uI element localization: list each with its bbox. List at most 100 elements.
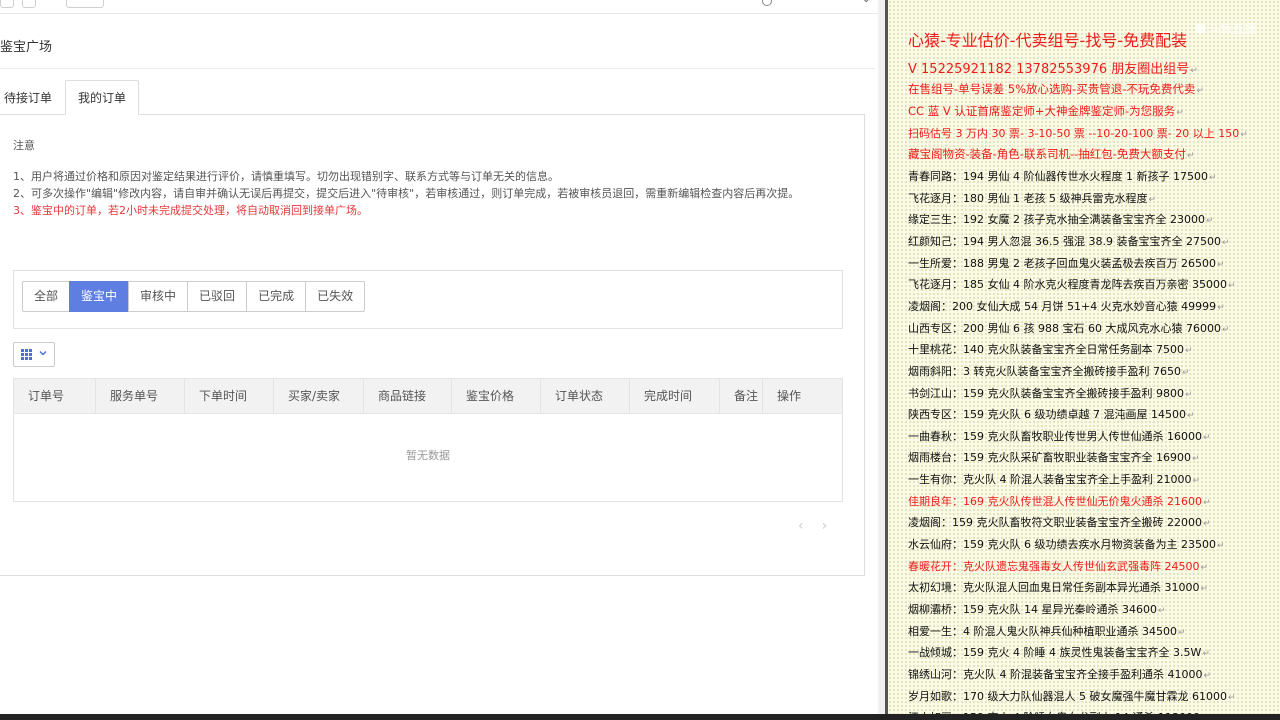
notice-title: 注意 — [13, 139, 35, 152]
listing-text: 陕西专区：159 克火队 6 级功绩卓越 7 混沌画屋 14500 — [908, 408, 1186, 422]
filter-completed-button[interactable]: 已完成 — [246, 281, 307, 312]
filter-expired-button[interactable]: 已失效 — [305, 281, 366, 312]
col-remark[interactable]: 备注 — [720, 379, 763, 414]
listing-text: 凌烟阁：200 女仙大成 54 月饼 51+4 火克水妙音心猿 49999 — [908, 299, 1217, 313]
listing-row: 一生有你：克火队 4 阶混人装备宝宝齐全上手盈利 21000↵ — [908, 471, 1200, 487]
listing-text: 一曲春秋：159 克火队畜牧职业传世男人传世仙通杀 16000 — [908, 429, 1202, 443]
status-filter-box: 全部 鉴宝中 审核中 已驳回 已完成 已失效 — [13, 270, 843, 329]
listing-text: 凌烟阁：159 克火队畜牧符文职业装备宝宝齐全搬砖 22000 — [908, 516, 1202, 530]
empty-state: 暂无数据 — [406, 449, 450, 462]
listing-row: 烟柳灞桥：159 克火队 14 星异光秦岭通杀 34600↵ — [908, 601, 1166, 617]
ad-line-2: CC 蓝 V 认证首席鉴定师+大神金牌鉴定师-为您服务↵ — [908, 103, 1184, 119]
ad-contact-line: V 15225921182 13782553976 朋友圈出组号↵ — [908, 58, 1198, 77]
listing-text: 青春同路：194 男仙 4 阶仙器传世水火程度 1 新孩子 17500 — [908, 170, 1208, 183]
back-button[interactable] — [0, 0, 14, 8]
filter-rejected-button[interactable]: 已驳回 — [187, 281, 248, 312]
tab-pending-orders[interactable]: 待接订单 — [0, 80, 65, 115]
listing-row: 一生所爱：188 男鬼 2 老孩子回血鬼火装孟极去疾百万 26500↵ — [908, 255, 1225, 271]
paragraph-mark-icon: ↵ — [1202, 519, 1211, 530]
listing-text: 飞花逐月：185 女仙 4 阶水克火程度青龙阵去疾百万亲密 35000 — [908, 278, 1227, 292]
col-actions[interactable]: 操作 — [763, 379, 842, 414]
listing-row: 红颜知己：194 男人忽混 36.5 强混 38.9 装备宝宝齐全 27500↵ — [908, 233, 1230, 249]
status-circle-icon — [762, 0, 772, 6]
listing-row: 烟雨斜阳：3 转克火队装备宝宝齐全搬砖接手盈利 7650↵ — [908, 363, 1190, 379]
listing-row: 缘定三生：192 女魔 2 孩子克水抽全满装备宝宝齐全 23000↵ — [908, 211, 1214, 227]
col-buyer-seller[interactable]: 买家/卖家 — [274, 379, 364, 414]
watermark-text: 斗鱼直播 — [1208, 22, 1257, 36]
notice-line-1: 1、用户将通过价格和原因对鉴定结果进行评价，请慎重填写。切勿出现错别字、联系方式… — [13, 170, 559, 183]
chevron-down-icon — [39, 351, 47, 356]
web-page-panel: ⌄ 鉴宝广场 待接订单 我的订单 注意 1、用户将通过价格和原因对鉴定结果进行评… — [0, 0, 885, 720]
listing-text: 红颜知己：194 男人忽混 36.5 强混 38.9 装备宝宝齐全 27500 — [908, 234, 1221, 248]
paragraph-mark-icon: ↵ — [1184, 389, 1193, 400]
ad-line-text: 在售组号-单号误差 5%放心选购-买贵管退-不玩免费代卖 — [908, 82, 1196, 96]
next-page-button[interactable]: › — [822, 518, 828, 534]
status-filter-group: 全部 鉴宝中 审核中 已驳回 已完成 已失效 — [22, 281, 366, 312]
listing-row: 飞花逐月：185 女仙 4 阶水克火程度青龙阵去疾百万亲密 35000↵ — [908, 276, 1236, 292]
paragraph-mark-icon: ↵ — [1177, 627, 1186, 638]
taskbar-edge — [0, 714, 1280, 720]
paragraph-mark-icon: ↵ — [1191, 454, 1200, 465]
pagination: ‹ › — [798, 518, 827, 534]
forward-button[interactable] — [22, 0, 36, 8]
listing-row: 陕西专区：159 克火队 6 级功绩卓越 7 混沌画屋 14500↵ — [908, 406, 1195, 422]
notice-line-3: 3、鉴宝中的订单，若2小时未完成提交处理，将自动取消回到接单广场。 — [13, 204, 368, 217]
paragraph-mark-icon: ↵ — [1202, 649, 1210, 660]
paragraph-mark-icon: ↵ — [1205, 216, 1214, 227]
toolbar-button[interactable] — [66, 0, 104, 8]
paragraph-mark-icon: ↵ — [1196, 86, 1204, 96]
col-finish-time[interactable]: 完成时间 — [630, 379, 720, 414]
prev-page-button[interactable]: ‹ — [798, 518, 804, 534]
listing-text: 缘定三生：192 女魔 2 孩子克水抽全满装备宝宝齐全 23000 — [908, 213, 1205, 227]
listing-text: 飞花逐月：180 男仙 1 老孩 5 级神兵雷克水程度 — [908, 191, 1148, 205]
listing-row: 水云仙府：159 克火队 6 级功绩去疾水月物资装备为主 23500↵ — [908, 536, 1225, 552]
ad-text-panel: 心猿-专业估价-代卖组号-找号-免费配装 V 15225921182 13782… — [888, 0, 1280, 720]
tab-bar: 待接订单 我的订单 — [0, 80, 140, 115]
listing-row: 岁月如歌：170 级大力队仙器混人 5 破女魔强牛魔甘霖龙 61000↵ — [908, 688, 1236, 704]
ad-line-4: 藏宝阁物资-装备-角色-联系司机--抽红包-免费大额支付↵ — [908, 146, 1194, 162]
chevron-down-icon[interactable]: ⌄ — [862, 0, 870, 5]
paragraph-mark-icon: ↵ — [1216, 541, 1225, 552]
listing-row: 太初幻境：克火队混人回血鬼日常任务副本异光通杀 31000↵ — [908, 579, 1208, 595]
listing-text: 一战倾城：159 克火 4 阶睡 4 族灵性鬼装备宝宝齐全 3.5W — [908, 646, 1202, 660]
column-toggle-button[interactable] — [13, 342, 55, 367]
paragraph-mark-icon: ↵ — [1227, 281, 1236, 292]
paragraph-mark-icon: ↵ — [1176, 108, 1184, 118]
filter-all-button[interactable]: 全部 — [22, 281, 71, 312]
listing-row: 佳期良年：169 克火队传世混人传世仙无价鬼火通杀 21600↵ — [908, 493, 1211, 509]
paragraph-mark-icon: ↵ — [1200, 562, 1209, 573]
listing-text: 水云仙府：159 克火队 6 级功绩去疾水月物资装备为主 23500 — [908, 538, 1216, 552]
filter-reviewing-button[interactable]: 审核中 — [128, 281, 189, 312]
paragraph-mark-icon: ↵ — [1202, 432, 1211, 443]
listing-row: 春暖花开：克火队遗忘鬼强毒女人传世仙玄武强毒阵 24500↵ — [908, 558, 1208, 574]
listing-text: 佳期良年：169 克火队传世混人传世仙无价鬼火通杀 21600 — [908, 494, 1202, 508]
page-scrollbar[interactable] — [878, 0, 885, 720]
orders-table: 订单号 服务单号 下单时间 买家/卖家 商品链接 鉴宝价格 订单状态 完成时间 … — [13, 378, 843, 502]
paragraph-mark-icon: ↵ — [1184, 346, 1193, 357]
tab-my-orders[interactable]: 我的订单 — [65, 80, 140, 115]
listing-text: 一生所爱：188 男鬼 2 老孩子回血鬼火装孟极去疾百万 26500 — [908, 256, 1216, 270]
listing-text: 山西专区：200 男仙 6 孩 988 宝石 60 大成风克水心猿 76000 — [908, 321, 1221, 335]
listing-row: 一曲春秋：159 克火队畜牧职业传世男人传世仙通杀 16000↵ — [908, 428, 1211, 444]
col-service-no[interactable]: 服务单号 — [96, 379, 185, 414]
listing-text: 岁月如歌：170 级大力队仙器混人 5 破女魔强牛魔甘霖龙 61000 — [908, 689, 1227, 703]
paw-icon — [1195, 23, 1206, 34]
paragraph-mark-icon: ↵ — [1148, 194, 1157, 205]
filter-appraising-button[interactable]: 鉴宝中 — [69, 281, 130, 312]
col-order-time[interactable]: 下单时间 — [185, 379, 274, 414]
paragraph-mark-icon: ↵ — [1202, 497, 1211, 508]
listing-text: 太初幻境：克火队混人回血鬼日常任务副本异光通杀 31000 — [908, 581, 1200, 595]
stream-watermark: 斗鱼直播 — [1195, 20, 1256, 37]
listing-text: 烟雨斜阳：3 转克火队装备宝宝齐全搬砖接手盈利 7650 — [908, 364, 1181, 378]
col-item-link[interactable]: 商品链接 — [364, 379, 452, 414]
listing-text: 相爱一生：4 阶混人鬼火队神兵仙种植职业通杀 34500 — [908, 624, 1177, 638]
listing-row: 青春同路：194 男仙 4 阶仙器传世水火程度 1 新孩子 17500↵ — [908, 168, 1217, 184]
listing-text: 烟柳灞桥：159 克火队 14 星异光秦岭通杀 34600 — [908, 603, 1157, 616]
col-status[interactable]: 订单状态 — [541, 379, 630, 414]
listing-text: 一生有你：克火队 4 阶混人装备宝宝齐全上手盈利 21000 — [908, 473, 1192, 487]
paragraph-mark-icon: ↵ — [1192, 476, 1201, 487]
col-order-no[interactable]: 订单号 — [14, 379, 96, 414]
listing-text: 锦绣山河：克火队 4 阶混装备宝宝齐全接手盈利通杀 41000 — [908, 667, 1203, 681]
col-price[interactable]: 鉴宝价格 — [452, 379, 541, 414]
orders-panel: 注意 1、用户将通过价格和原因对鉴定结果进行评价，请慎重填写。切勿出现错别字、联… — [0, 114, 865, 576]
